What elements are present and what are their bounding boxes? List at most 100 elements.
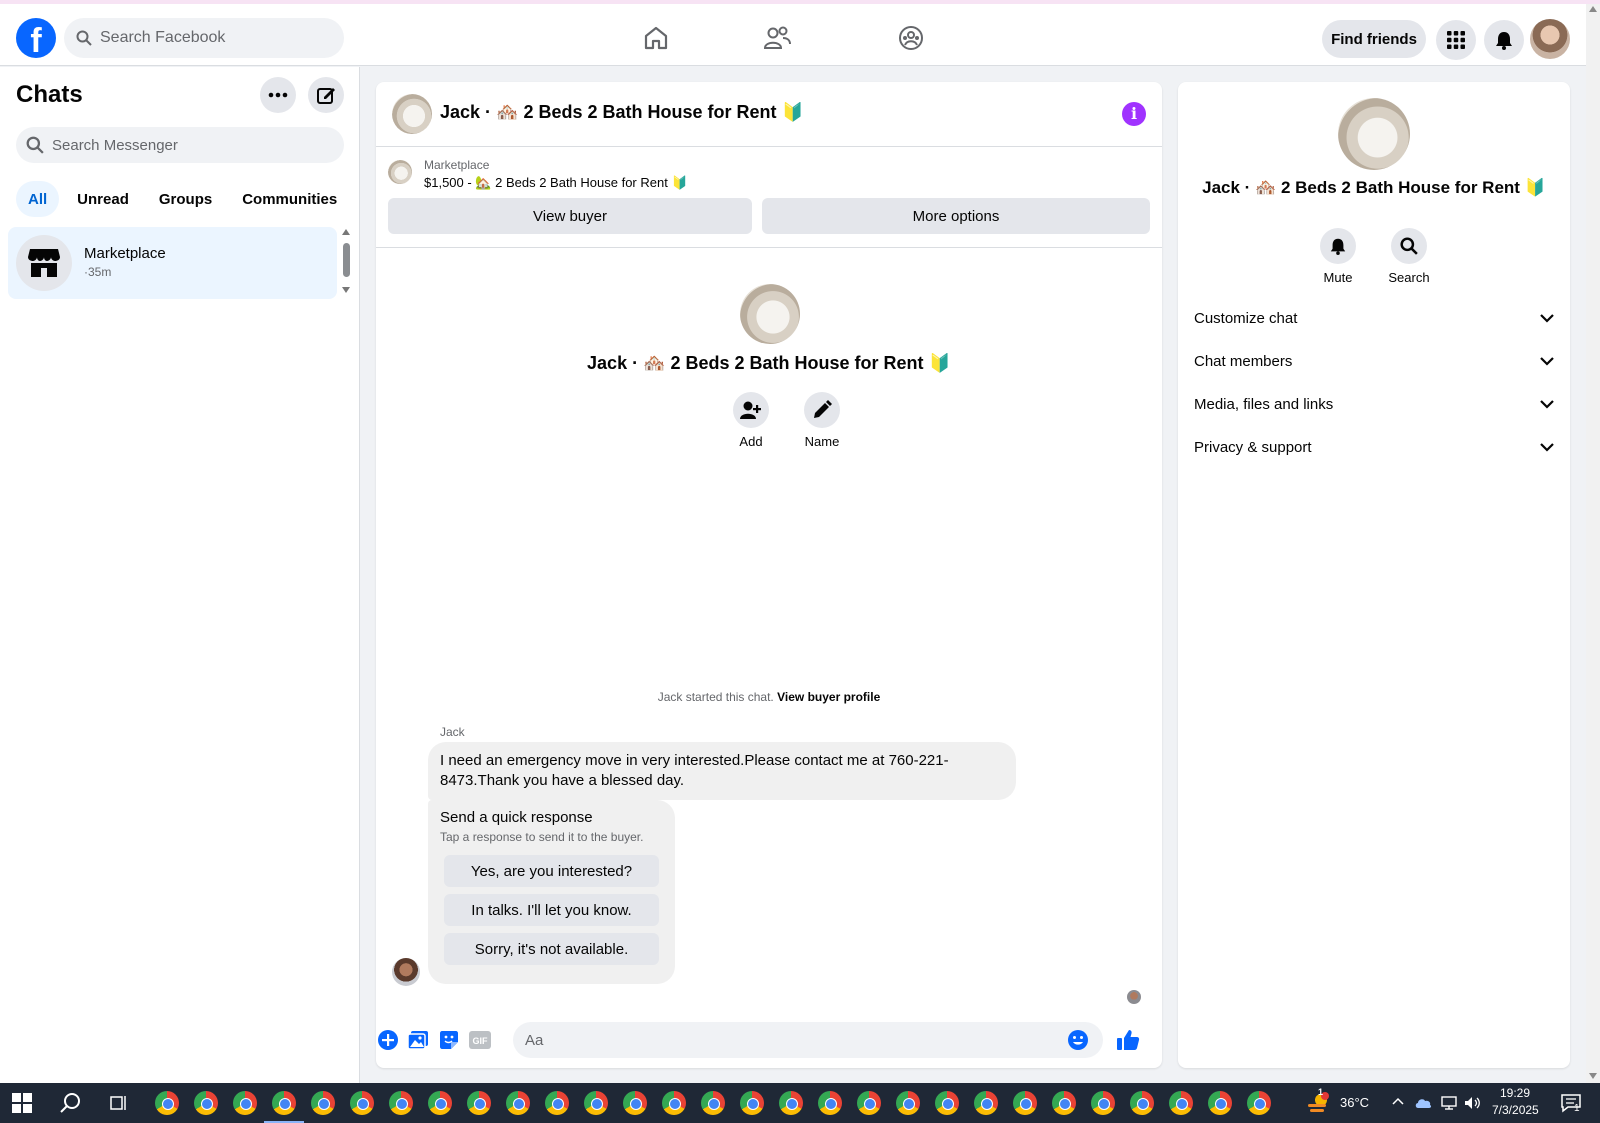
section-label: Privacy & support <box>1194 438 1312 456</box>
conversation-avatar[interactable] <box>392 94 432 134</box>
filter-tab-unread[interactable]: Unread <box>65 181 141 217</box>
chat-list-item[interactable]: Marketplace ·35m <box>8 227 337 299</box>
taskbar-browser-icon[interactable] <box>194 1091 218 1115</box>
scroll-up-arrow-icon[interactable] <box>1589 6 1597 12</box>
plus-circle-icon[interactable] <box>376 1028 400 1052</box>
clock-date[interactable]: 7/3/2025 <box>1492 1103 1539 1117</box>
account-avatar[interactable] <box>1530 19 1570 59</box>
thumbs-up-icon[interactable] <box>1116 1028 1140 1052</box>
search-messenger-placeholder: Search Messenger <box>52 136 178 154</box>
quick-reply-button[interactable]: In talks. I'll let you know. <box>444 894 659 926</box>
taskbar-browser-icon[interactable] <box>1208 1091 1232 1115</box>
emoji-icon[interactable] <box>1066 1028 1090 1052</box>
taskbar-browser-icon[interactable] <box>896 1091 920 1115</box>
scroll-down-arrow-icon[interactable] <box>342 287 350 293</box>
menu-grid-icon[interactable] <box>1436 20 1476 60</box>
chat-time: ·35m <box>84 265 112 279</box>
filter-tab-communities[interactable]: Communities <box>230 181 349 217</box>
taskbar-browser-icon[interactable] <box>428 1091 452 1115</box>
taskbar-browser-icon[interactable] <box>1169 1091 1193 1115</box>
volume-icon[interactable] <box>1464 1095 1482 1111</box>
page-scrollbar[interactable] <box>1586 4 1600 1083</box>
taskbar-browser-icon[interactable] <box>264 1091 304 1123</box>
taskbar-browser-icon[interactable] <box>974 1091 998 1115</box>
home-icon[interactable] <box>640 22 672 54</box>
task-view-icon[interactable] <box>110 1094 128 1112</box>
search-messenger-input[interactable]: Search Messenger <box>16 127 344 163</box>
taskbar-browser-icon[interactable] <box>1130 1091 1154 1115</box>
sticker-icon[interactable] <box>437 1028 461 1052</box>
mute-button[interactable]: Mute <box>1308 228 1368 285</box>
media-files-links-section[interactable]: Media, files and links <box>1194 382 1554 426</box>
chevron-up-icon[interactable] <box>1392 1097 1404 1105</box>
scrollbar-thumb[interactable] <box>343 243 350 277</box>
taskbar-browser-icon[interactable] <box>935 1091 959 1115</box>
notification-count: 1 <box>1574 1103 1580 1114</box>
friends-icon[interactable] <box>761 22 793 54</box>
taskbar-browser-icon[interactable] <box>467 1091 491 1115</box>
taskbar-browser-icon[interactable] <box>701 1091 725 1115</box>
find-friends-button[interactable]: Find friends <box>1322 20 1426 58</box>
taskbar-browser-icon[interactable] <box>818 1091 842 1115</box>
customize-chat-section[interactable]: Customize chat <box>1194 296 1554 340</box>
taskbar-browser-icon[interactable] <box>311 1091 335 1115</box>
taskbar-browser-icon[interactable] <box>662 1091 686 1115</box>
quick-reply-button[interactable]: Sorry, it's not available. <box>444 933 659 965</box>
filter-tab-groups[interactable]: Groups <box>147 181 224 217</box>
scroll-down-arrow-icon[interactable] <box>1589 1073 1597 1079</box>
taskbar-browser-icon[interactable] <box>389 1091 413 1115</box>
message-bubble[interactable]: I need an emergency move in very interes… <box>428 742 1016 800</box>
sender-avatar[interactable] <box>392 958 420 986</box>
taskbar-browser-icon[interactable] <box>350 1091 374 1115</box>
photo-icon[interactable] <box>406 1028 430 1052</box>
taskbar-browser-icon[interactable] <box>233 1091 257 1115</box>
taskbar-browser-icon[interactable] <box>506 1091 530 1115</box>
search-facebook-input[interactable]: Search Facebook <box>64 18 344 58</box>
groups-icon[interactable] <box>895 22 927 54</box>
info-icon[interactable]: i <box>1122 102 1146 126</box>
chat-details-panel: Jack · 🏘️ 2 Beds 2 Bath House for Rent 🔰… <box>1178 82 1570 1068</box>
windows-taskbar: 1 36°C 19:29 7/3/2025 1 <box>0 1083 1600 1123</box>
listing-price-title[interactable]: $1,500 - 🏡 2 Beds 2 Bath House for Rent … <box>424 175 688 191</box>
chat-started-notice: Jack started this chat. View buyer profi… <box>376 690 1162 704</box>
view-buyer-button[interactable]: View buyer <box>388 198 752 234</box>
taskbar-browser-icon[interactable] <box>1247 1091 1271 1115</box>
conversation-title[interactable]: Jack · 🏘️ 2 Beds 2 Bath House for Rent 🔰 <box>440 102 804 123</box>
onedrive-cloud-icon[interactable] <box>1414 1095 1432 1111</box>
notifications-bell-icon[interactable] <box>1484 20 1524 60</box>
taskbar-search-icon[interactable] <box>60 1092 82 1114</box>
name-chat-button[interactable]: Name <box>787 392 857 449</box>
new-message-icon[interactable] <box>308 77 344 113</box>
taskbar-browser-icon[interactable] <box>857 1091 881 1115</box>
taskbar-browser-icon[interactable] <box>740 1091 764 1115</box>
gif-icon[interactable]: GIF <box>468 1028 492 1052</box>
add-member-button[interactable]: Add <box>716 392 786 449</box>
taskbar-browser-icon[interactable] <box>545 1091 569 1115</box>
chat-list-scrollbar[interactable] <box>341 227 353 297</box>
section-label: Customize chat <box>1194 309 1298 327</box>
scroll-up-arrow-icon[interactable] <box>342 229 350 235</box>
more-options-icon[interactable] <box>260 77 296 113</box>
taskbar-browser-icon[interactable] <box>779 1091 803 1115</box>
taskbar-browser-icon[interactable] <box>584 1091 608 1115</box>
search-conversation-button[interactable]: Search <box>1379 228 1439 285</box>
filter-tab-all[interactable]: All <box>16 181 60 217</box>
svg-text:GIF: GIF <box>473 1036 489 1046</box>
network-icon[interactable] <box>1440 1095 1458 1111</box>
view-buyer-profile-link[interactable]: View buyer profile <box>777 690 880 704</box>
taskbar-browser-icon[interactable] <box>1052 1091 1076 1115</box>
windows-start-icon[interactable] <box>12 1093 32 1113</box>
clock-time[interactable]: 19:29 <box>1500 1086 1530 1100</box>
taskbar-browser-icon[interactable] <box>155 1091 179 1115</box>
facebook-logo-icon[interactable]: f <box>16 18 56 58</box>
quick-reply-button[interactable]: Yes, are you interested? <box>444 855 659 887</box>
taskbar-browser-icon[interactable] <box>1091 1091 1115 1115</box>
taskbar-browser-icon[interactable] <box>623 1091 647 1115</box>
taskbar-browser-icon[interactable] <box>1013 1091 1037 1115</box>
privacy-support-section[interactable]: Privacy & support <box>1194 425 1554 469</box>
search-icon <box>26 136 44 154</box>
chat-members-section[interactable]: Chat members <box>1194 339 1554 383</box>
more-options-button[interactable]: More options <box>762 198 1150 234</box>
message-input[interactable]: Aa <box>513 1022 1103 1058</box>
bell-icon <box>1320 228 1356 264</box>
